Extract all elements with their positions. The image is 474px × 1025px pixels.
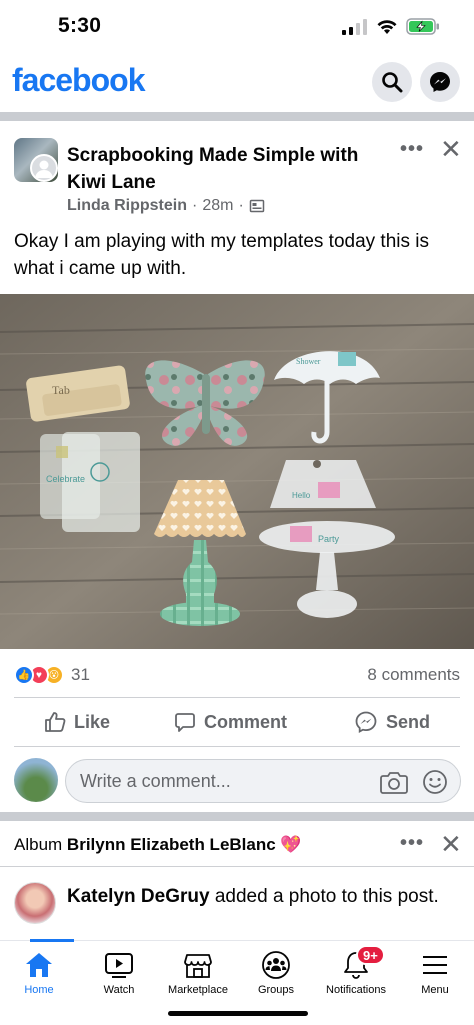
photo-hello-text: Hello xyxy=(292,491,311,500)
comment-placeholder: Write a comment... xyxy=(80,771,231,791)
cellular-signal-icon xyxy=(342,18,367,35)
marketplace-icon xyxy=(184,954,212,978)
groups-icon xyxy=(262,951,290,979)
next-post-divider xyxy=(0,866,474,867)
author-avatar[interactable] xyxy=(30,154,58,182)
status-time: 5:30 xyxy=(58,14,102,37)
default-avatar-icon xyxy=(35,160,53,178)
nav-watch-label: Watch xyxy=(103,984,135,996)
photo-celebrate-text: Celebrate xyxy=(46,474,85,484)
nav-marketplace-label: Marketplace xyxy=(168,984,228,996)
send-label: Send xyxy=(386,711,431,732)
activity-text: Katelyn DeGruy added a photo to this pos… xyxy=(67,884,447,910)
nav-groups-label: Groups xyxy=(257,984,295,996)
emoji-icon[interactable] xyxy=(422,769,448,795)
post-photo-image: Tab Celebrate Shower Hello Party xyxy=(0,294,474,649)
next-post-activity: Katelyn DeGruy added a photo to this pos… xyxy=(0,880,474,940)
photo-umbrella-text: Shower xyxy=(296,357,321,366)
album-label: Album Brilynn Elizabeth LeBlanc 💖 xyxy=(14,835,302,855)
like-button[interactable]: Like xyxy=(44,700,110,744)
wifi-icon xyxy=(377,19,397,34)
group-name[interactable]: Scrapbooking Made Simple with Kiwi Lane xyxy=(67,142,367,196)
like-label: Like xyxy=(74,711,111,732)
comment-button[interactable]: Comment xyxy=(174,700,287,744)
home-indicator-bar xyxy=(168,1011,308,1016)
like-reaction-icon: 👍 xyxy=(14,665,34,685)
next-post-more-options-icon[interactable]: ••• xyxy=(400,832,424,855)
post-meta: Linda Rippstein · 28m · xyxy=(67,197,265,215)
feed-divider xyxy=(0,112,474,121)
nav-notifications[interactable]: 9+ Notifications xyxy=(318,941,394,1001)
post-more-options-icon[interactable]: ••• xyxy=(400,138,424,161)
current-user-avatar[interactable] xyxy=(14,758,58,802)
post-text: Okay I am playing with my templates toda… xyxy=(14,231,429,279)
comment-label: Comment xyxy=(204,711,288,732)
comment-divider xyxy=(14,746,460,747)
messenger-button[interactable] xyxy=(420,62,460,102)
watch-icon xyxy=(105,953,133,978)
author-name[interactable]: Linda Rippstein xyxy=(67,197,187,215)
sparkling-heart-icon: 💖 xyxy=(280,835,302,854)
comment-input[interactable]: Write a comment... xyxy=(65,759,461,803)
reaction-count: 31 xyxy=(71,665,90,684)
post-close-icon[interactable]: ✕ xyxy=(440,134,462,165)
nav-groups[interactable]: Groups xyxy=(251,941,301,1001)
notifications-badge: 9+ xyxy=(356,945,385,965)
reaction-summary[interactable]: 👍 ♥ 😮 31 xyxy=(14,662,90,688)
post-time[interactable]: 28m xyxy=(202,197,233,215)
nav-menu-label: Menu xyxy=(421,984,449,996)
status-icons xyxy=(342,18,440,35)
status-bar: 5:30 xyxy=(0,0,474,56)
album-owner[interactable]: Brilynn Elizabeth LeBlanc xyxy=(67,835,276,854)
comment-count[interactable]: 8 comments xyxy=(367,665,460,685)
photo-tab-text: Tab xyxy=(52,383,70,397)
nav-home-label: Home xyxy=(24,984,54,996)
search-icon xyxy=(382,72,403,93)
photo-party-text: Party xyxy=(318,534,340,544)
meta-separator: · xyxy=(192,197,198,214)
meta-separator-2: · xyxy=(238,197,244,214)
nav-home[interactable]: Home xyxy=(14,941,64,1001)
like-icon xyxy=(45,712,66,732)
post-photo[interactable]: Tab Celebrate Shower Hello Party xyxy=(0,294,474,649)
home-icon xyxy=(26,953,52,977)
next-post-close-icon[interactable]: ✕ xyxy=(440,829,462,860)
camera-icon[interactable] xyxy=(380,769,408,795)
nav-marketplace[interactable]: Marketplace xyxy=(160,941,236,1001)
facebook-logo[interactable]: facebook xyxy=(12,62,145,99)
actions-divider xyxy=(14,697,460,698)
comment-composer: Write a comment... xyxy=(0,757,474,807)
hamburger-menu-icon xyxy=(423,956,447,974)
nav-notifications-label: Notifications xyxy=(326,984,386,996)
comment-icon xyxy=(175,713,195,732)
album-prefix: Album xyxy=(14,835,63,854)
battery-charging-icon xyxy=(406,18,439,35)
search-button[interactable] xyxy=(372,62,412,102)
messenger-send-icon xyxy=(355,711,377,734)
actor-name[interactable]: Katelyn DeGruy xyxy=(67,886,210,907)
group-privacy-icon xyxy=(249,199,265,213)
nav-watch[interactable]: Watch xyxy=(94,941,144,1001)
send-button[interactable]: Send xyxy=(354,700,430,744)
messenger-icon xyxy=(430,72,450,92)
post-actions: Like Comment Send xyxy=(0,700,474,744)
actor-avatar[interactable] xyxy=(14,882,56,924)
feed-divider-2 xyxy=(0,812,474,821)
nav-menu[interactable]: Menu xyxy=(410,941,460,1001)
app-header: facebook xyxy=(0,56,474,108)
activity-action: added a photo to this post. xyxy=(214,886,439,907)
